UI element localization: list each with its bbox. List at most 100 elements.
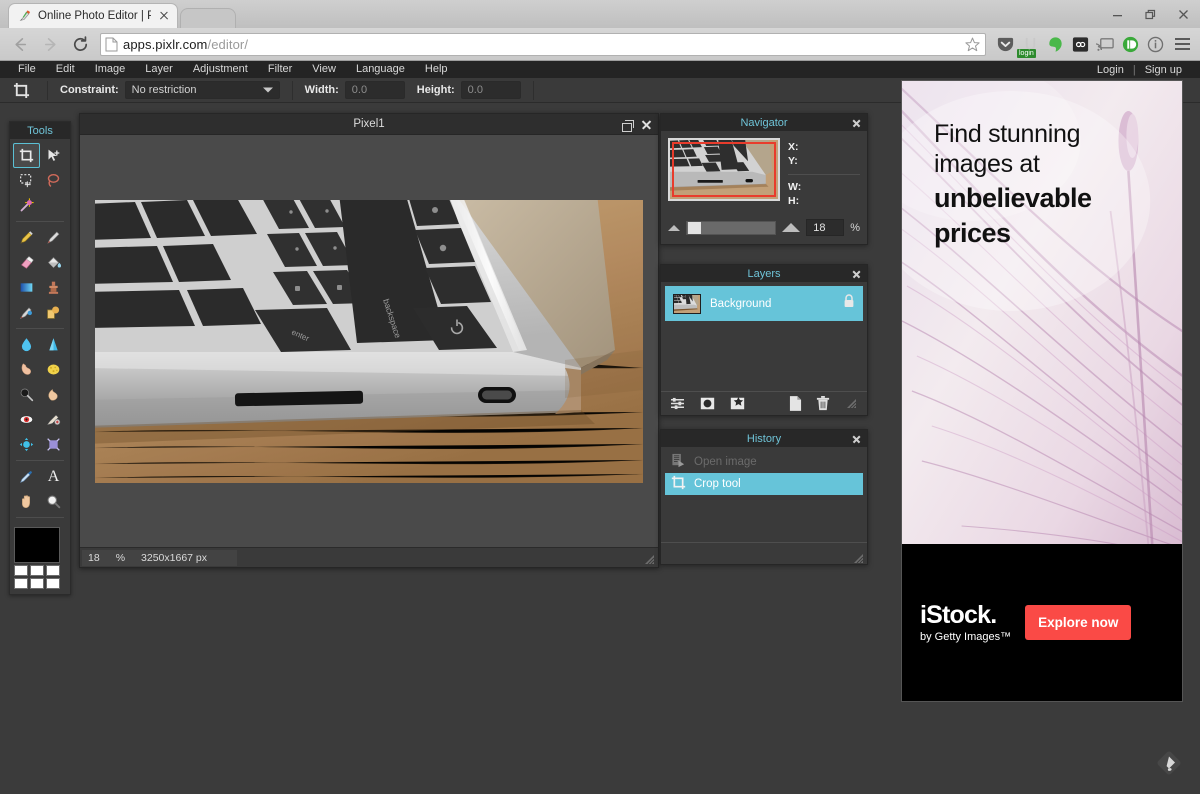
lastpass-icon[interactable]: login [1019, 33, 1041, 55]
swatch-3[interactable] [46, 565, 60, 576]
tool-hand[interactable] [13, 489, 40, 514]
swatch-5[interactable] [30, 578, 44, 589]
feedly-icon[interactable] [1154, 748, 1184, 778]
advertisement[interactable]: Find stunning images at unbelievable pri… [901, 80, 1183, 702]
tool-gradient[interactable] [13, 275, 40, 300]
forward-arrow-icon[interactable] [36, 30, 64, 58]
tool-zoom[interactable] [40, 489, 67, 514]
navigator-thumbnail[interactable] [668, 138, 780, 201]
layer-row-background[interactable]: Background [665, 286, 863, 321]
tool-sponge[interactable] [40, 357, 67, 382]
tool-move[interactable] [40, 143, 67, 168]
tool-burn[interactable] [40, 382, 67, 407]
window-close-button[interactable] [1167, 0, 1200, 28]
istock-tagline: by Getty Images™ [920, 630, 1011, 644]
width-value: 0.0 [352, 84, 367, 96]
tool-clone-stamp[interactable] [40, 275, 67, 300]
navigator-zoom-input[interactable]: 18 [806, 219, 844, 236]
pocket-icon[interactable] [994, 33, 1016, 55]
resize-grip-icon[interactable] [644, 554, 655, 565]
duplicate-layer-icon[interactable] [787, 396, 803, 412]
history-row-crop-tool[interactable]: Crop tool [665, 473, 863, 495]
window-maximize-button[interactable] [1134, 0, 1167, 28]
tool-crop[interactable] [13, 143, 40, 168]
foreground-color-swatch[interactable] [14, 527, 60, 563]
swatch-1[interactable] [14, 565, 28, 576]
menu-file[interactable]: File [8, 61, 46, 78]
tool-eraser[interactable] [13, 250, 40, 275]
tool-lasso[interactable] [40, 168, 67, 193]
info-icon[interactable] [1144, 33, 1166, 55]
tool-bloat[interactable] [13, 432, 40, 457]
hamburger-menu-icon[interactable] [1170, 33, 1194, 55]
navigator-close-icon[interactable] [852, 118, 861, 127]
menu-adjustment[interactable]: Adjustment [183, 61, 258, 78]
tool-brush[interactable] [40, 225, 67, 250]
signup-link[interactable]: Sign up [1137, 64, 1190, 76]
swatch-4[interactable] [14, 578, 28, 589]
tool-type[interactable]: A [40, 464, 67, 489]
infinity-icon[interactable] [1069, 33, 1091, 55]
reload-icon[interactable] [66, 30, 94, 58]
tool-color-replace[interactable] [13, 300, 40, 325]
resize-grip-icon[interactable] [843, 396, 859, 412]
browser-tab-strip: Online Photo Editor | Pix [0, 0, 1200, 28]
zoom-in-icon[interactable] [782, 223, 800, 232]
lock-icon[interactable] [843, 294, 855, 313]
tool-marquee-select[interactable] [13, 168, 40, 193]
tool-blur[interactable] [13, 332, 40, 357]
tool-red-eye[interactable] [13, 407, 40, 432]
zoom-out-icon[interactable] [668, 225, 680, 231]
menu-image[interactable]: Image [85, 61, 136, 78]
tool-smudge[interactable] [13, 357, 40, 382]
menu-help[interactable]: Help [415, 61, 458, 78]
layer-mask-icon[interactable] [699, 396, 715, 412]
resize-grip-icon[interactable] [853, 551, 864, 562]
pushbullet-icon[interactable] [1119, 33, 1141, 55]
tab-close-icon[interactable] [157, 9, 171, 23]
new-tab-button[interactable] [180, 8, 236, 28]
tool-pinch[interactable] [40, 432, 67, 457]
tool-spot-heal[interactable] [40, 407, 67, 432]
delete-layer-icon[interactable] [815, 396, 831, 412]
width-input[interactable]: 0.0 [345, 81, 405, 99]
image-canvas-area[interactable]: enter backspace [80, 135, 658, 547]
ad-headline-line2: images at [934, 149, 1164, 179]
close-icon[interactable] [641, 120, 651, 130]
zoom-slider-handle[interactable] [688, 222, 701, 234]
login-link[interactable]: Login [1089, 64, 1132, 76]
swatch-2[interactable] [30, 565, 44, 576]
back-arrow-icon[interactable] [6, 30, 34, 58]
star-icon[interactable] [964, 36, 981, 53]
tool-paint-bucket[interactable] [40, 250, 67, 275]
window-minimize-button[interactable] [1101, 0, 1134, 28]
tool-drawing[interactable] [40, 300, 67, 325]
menu-language[interactable]: Language [346, 61, 415, 78]
browser-tab[interactable]: Online Photo Editor | Pix [8, 3, 178, 28]
swatch-6[interactable] [46, 578, 60, 589]
evernote-icon[interactable] [1044, 33, 1066, 55]
restore-window-icon[interactable] [622, 120, 633, 130]
layer-settings-icon[interactable] [669, 396, 685, 412]
constraint-select[interactable]: No restriction [125, 81, 280, 99]
tool-pencil[interactable] [13, 225, 40, 250]
menu-filter[interactable]: Filter [258, 61, 302, 78]
tool-sharpen[interactable] [40, 332, 67, 357]
menu-edit[interactable]: Edit [46, 61, 85, 78]
tool-wand-select[interactable] [13, 193, 40, 218]
tool-dodge[interactable] [13, 382, 40, 407]
height-input[interactable]: 0.0 [461, 81, 521, 99]
menu-layer[interactable]: Layer [135, 61, 183, 78]
history-close-icon[interactable] [852, 434, 861, 443]
explore-now-button[interactable]: Explore now [1025, 605, 1131, 640]
layer-style-icon[interactable] [729, 396, 745, 412]
photo-canvas[interactable]: enter backspace [95, 200, 643, 483]
history-row-open-image[interactable]: Open image [665, 451, 863, 473]
menu-view[interactable]: View [302, 61, 346, 78]
tool-color-picker[interactable] [13, 464, 40, 489]
history-list: Open image Crop tool [661, 447, 867, 542]
address-bar[interactable]: apps.pixlr.com/editor/ [100, 33, 986, 56]
zoom-slider[interactable] [686, 221, 776, 235]
cast-icon[interactable] [1094, 33, 1116, 55]
layers-close-icon[interactable] [852, 269, 861, 278]
